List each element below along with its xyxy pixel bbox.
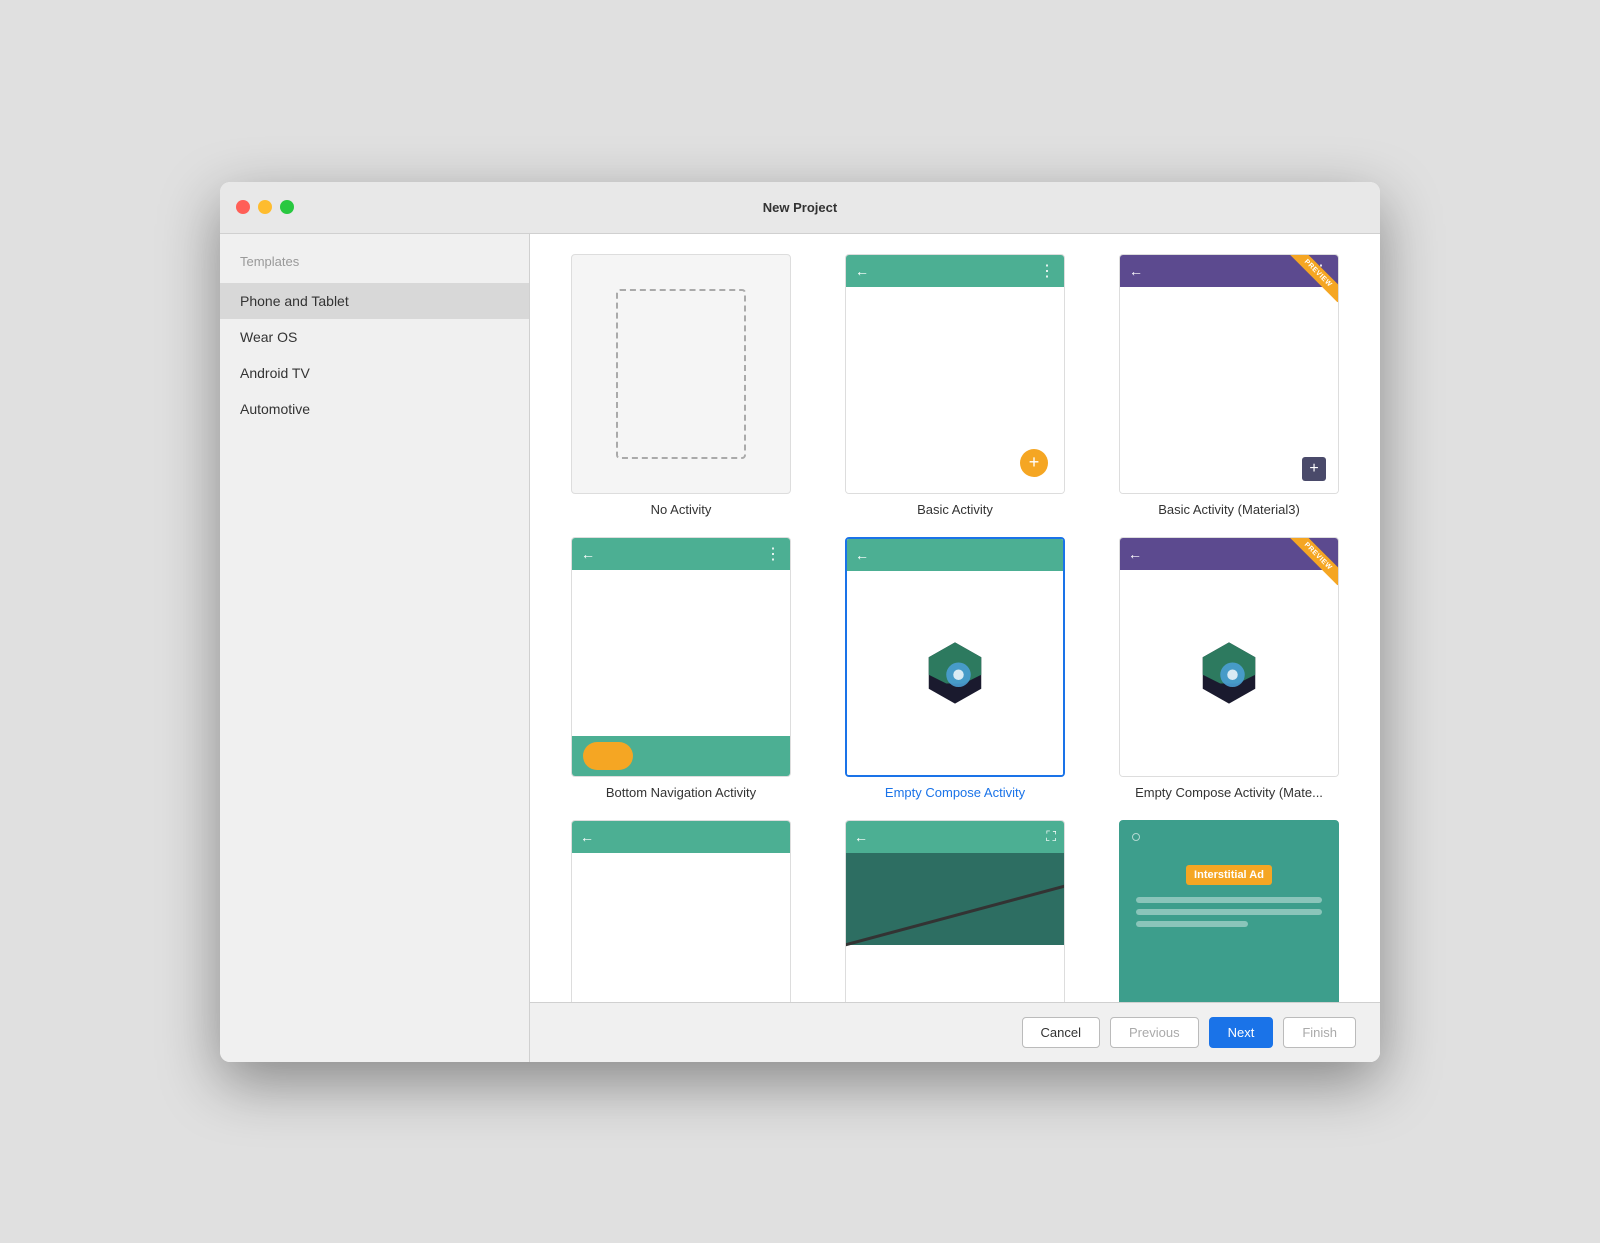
no-activity-dashed-box xyxy=(616,289,746,459)
compose-material-logo xyxy=(1194,638,1264,708)
preview-badge-material xyxy=(1278,538,1338,598)
basic-activity-content: + xyxy=(846,287,1064,493)
text-line-2 xyxy=(1136,909,1322,915)
template-bottom-nav[interactable]: ← ⋮ Bottom Navigation Activity xyxy=(554,537,808,800)
preview-badge xyxy=(1278,255,1338,315)
sidebar-item-wear-os[interactable]: Wear OS xyxy=(220,319,529,355)
template-label-basic-activity: Basic Activity xyxy=(917,502,993,517)
template-thumbnail-no-activity xyxy=(571,254,791,494)
title-bar: New Project xyxy=(220,182,1380,234)
text-line-3 xyxy=(1136,921,1248,927)
overflow-menu-icon: ⋮ xyxy=(1039,261,1056,281)
template-thumbnail-empty-activity: ← xyxy=(571,820,791,1002)
footer: Cancel Previous Next Finish xyxy=(530,1002,1380,1062)
template-thumbnail-material3: ← ⋮ + xyxy=(1119,254,1339,494)
template-thumbnail-interstitial-ad: Interstitial Ad xyxy=(1119,820,1339,1002)
back-arrow-icon: ← xyxy=(580,546,596,562)
overflow-menu-icon: ⋮ xyxy=(765,544,782,564)
template-thumbnail-empty-compose-material: ← xyxy=(1119,537,1339,777)
back-arrow-icon: ← xyxy=(854,263,870,279)
template-basic-activity[interactable]: ← ⋮ + Basic Activity xyxy=(828,254,1082,517)
sidebar-item-phone-tablet[interactable]: Phone and Tablet xyxy=(220,283,529,319)
template-thumbnail-bottom-nav: ← ⋮ xyxy=(571,537,791,777)
content-area: Templates Phone and Tablet Wear OS Andro… xyxy=(220,234,1380,1062)
cancel-button[interactable]: Cancel xyxy=(1022,1017,1100,1048)
sidebar-item-android-tv[interactable]: Android TV xyxy=(220,355,529,391)
fab-button: + xyxy=(1020,449,1048,477)
template-thumbnail-fullscreen: ← ⛶ xyxy=(845,820,1065,1002)
interstitial-ad-badge: Interstitial Ad xyxy=(1186,865,1272,885)
back-arrow-icon: ← xyxy=(1128,263,1144,279)
template-basic-activity-material3[interactable]: ← ⋮ + Basic Activity (Material3) xyxy=(1102,254,1356,517)
previous-button[interactable]: Previous xyxy=(1110,1017,1199,1048)
template-label-material3: Basic Activity (Material3) xyxy=(1158,502,1300,517)
empty-compose-content: ← xyxy=(847,539,1063,775)
minimize-button[interactable] xyxy=(258,200,272,214)
close-button[interactable] xyxy=(236,200,250,214)
text-line-1 xyxy=(1136,897,1322,903)
new-project-window: New Project Templates Phone and Tablet W… xyxy=(220,182,1380,1062)
sidebar-label: Templates xyxy=(220,254,529,283)
fullscreen-content xyxy=(846,853,1064,1002)
fullscreen-icon: ⛶ xyxy=(1046,828,1056,845)
template-empty-compose-material[interactable]: ← Empty Compose Activity (Mat xyxy=(1102,537,1356,800)
templates-grid[interactable]: No Activity ← ⋮ + Basic Activity xyxy=(530,234,1380,1002)
bottom-nav-item-1 xyxy=(583,742,633,770)
bottom-nav-appbar: ← ⋮ xyxy=(572,538,790,570)
traffic-lights xyxy=(236,200,294,214)
next-button[interactable]: Next xyxy=(1209,1017,1274,1048)
template-empty-activity[interactable]: ← Empty Activity xyxy=(554,820,808,1002)
compose-logo xyxy=(920,638,990,708)
window-title: New Project xyxy=(763,200,837,215)
interstitial-content: Interstitial Ad xyxy=(1120,821,1338,1002)
sidebar-item-automotive[interactable]: Automotive xyxy=(220,391,529,427)
template-thumbnail-empty-compose: ← xyxy=(845,537,1065,777)
template-thumbnail-basic-activity: ← ⋮ + xyxy=(845,254,1065,494)
template-label-no-activity: No Activity xyxy=(651,502,712,517)
template-label-empty-compose-material: Empty Compose Activity (Mate... xyxy=(1135,785,1323,800)
fullscreen-appbar: ← ⛶ xyxy=(846,821,1064,853)
bottom-nav-content xyxy=(572,570,790,736)
main-area: No Activity ← ⋮ + Basic Activity xyxy=(530,234,1380,1062)
material3-content: + xyxy=(1120,287,1338,493)
interstitial-text-lines xyxy=(1128,897,1330,927)
interstitial-camera-icon xyxy=(1132,833,1140,841)
bottom-nav-item-3 xyxy=(729,742,779,770)
template-fullscreen[interactable]: ← ⛶ Fullscreen Activity xyxy=(828,820,1082,1002)
template-interstitial-ad[interactable]: Interstitial Ad Interstitial Ad xyxy=(1102,820,1356,1002)
sidebar: Templates Phone and Tablet Wear OS Andro… xyxy=(220,234,530,1062)
template-empty-compose[interactable]: ← xyxy=(828,537,1082,800)
bottom-nav-bar xyxy=(572,736,790,776)
finish-button[interactable]: Finish xyxy=(1283,1017,1356,1048)
basic-activity-appbar: ← ⋮ xyxy=(846,255,1064,287)
maximize-button[interactable] xyxy=(280,200,294,214)
template-no-activity[interactable]: No Activity xyxy=(554,254,808,517)
template-label-empty-compose: Empty Compose Activity xyxy=(885,785,1025,800)
plus-button: + xyxy=(1302,457,1326,481)
template-label-bottom-nav: Bottom Navigation Activity xyxy=(606,785,756,800)
bottom-nav-item-2 xyxy=(656,742,706,770)
